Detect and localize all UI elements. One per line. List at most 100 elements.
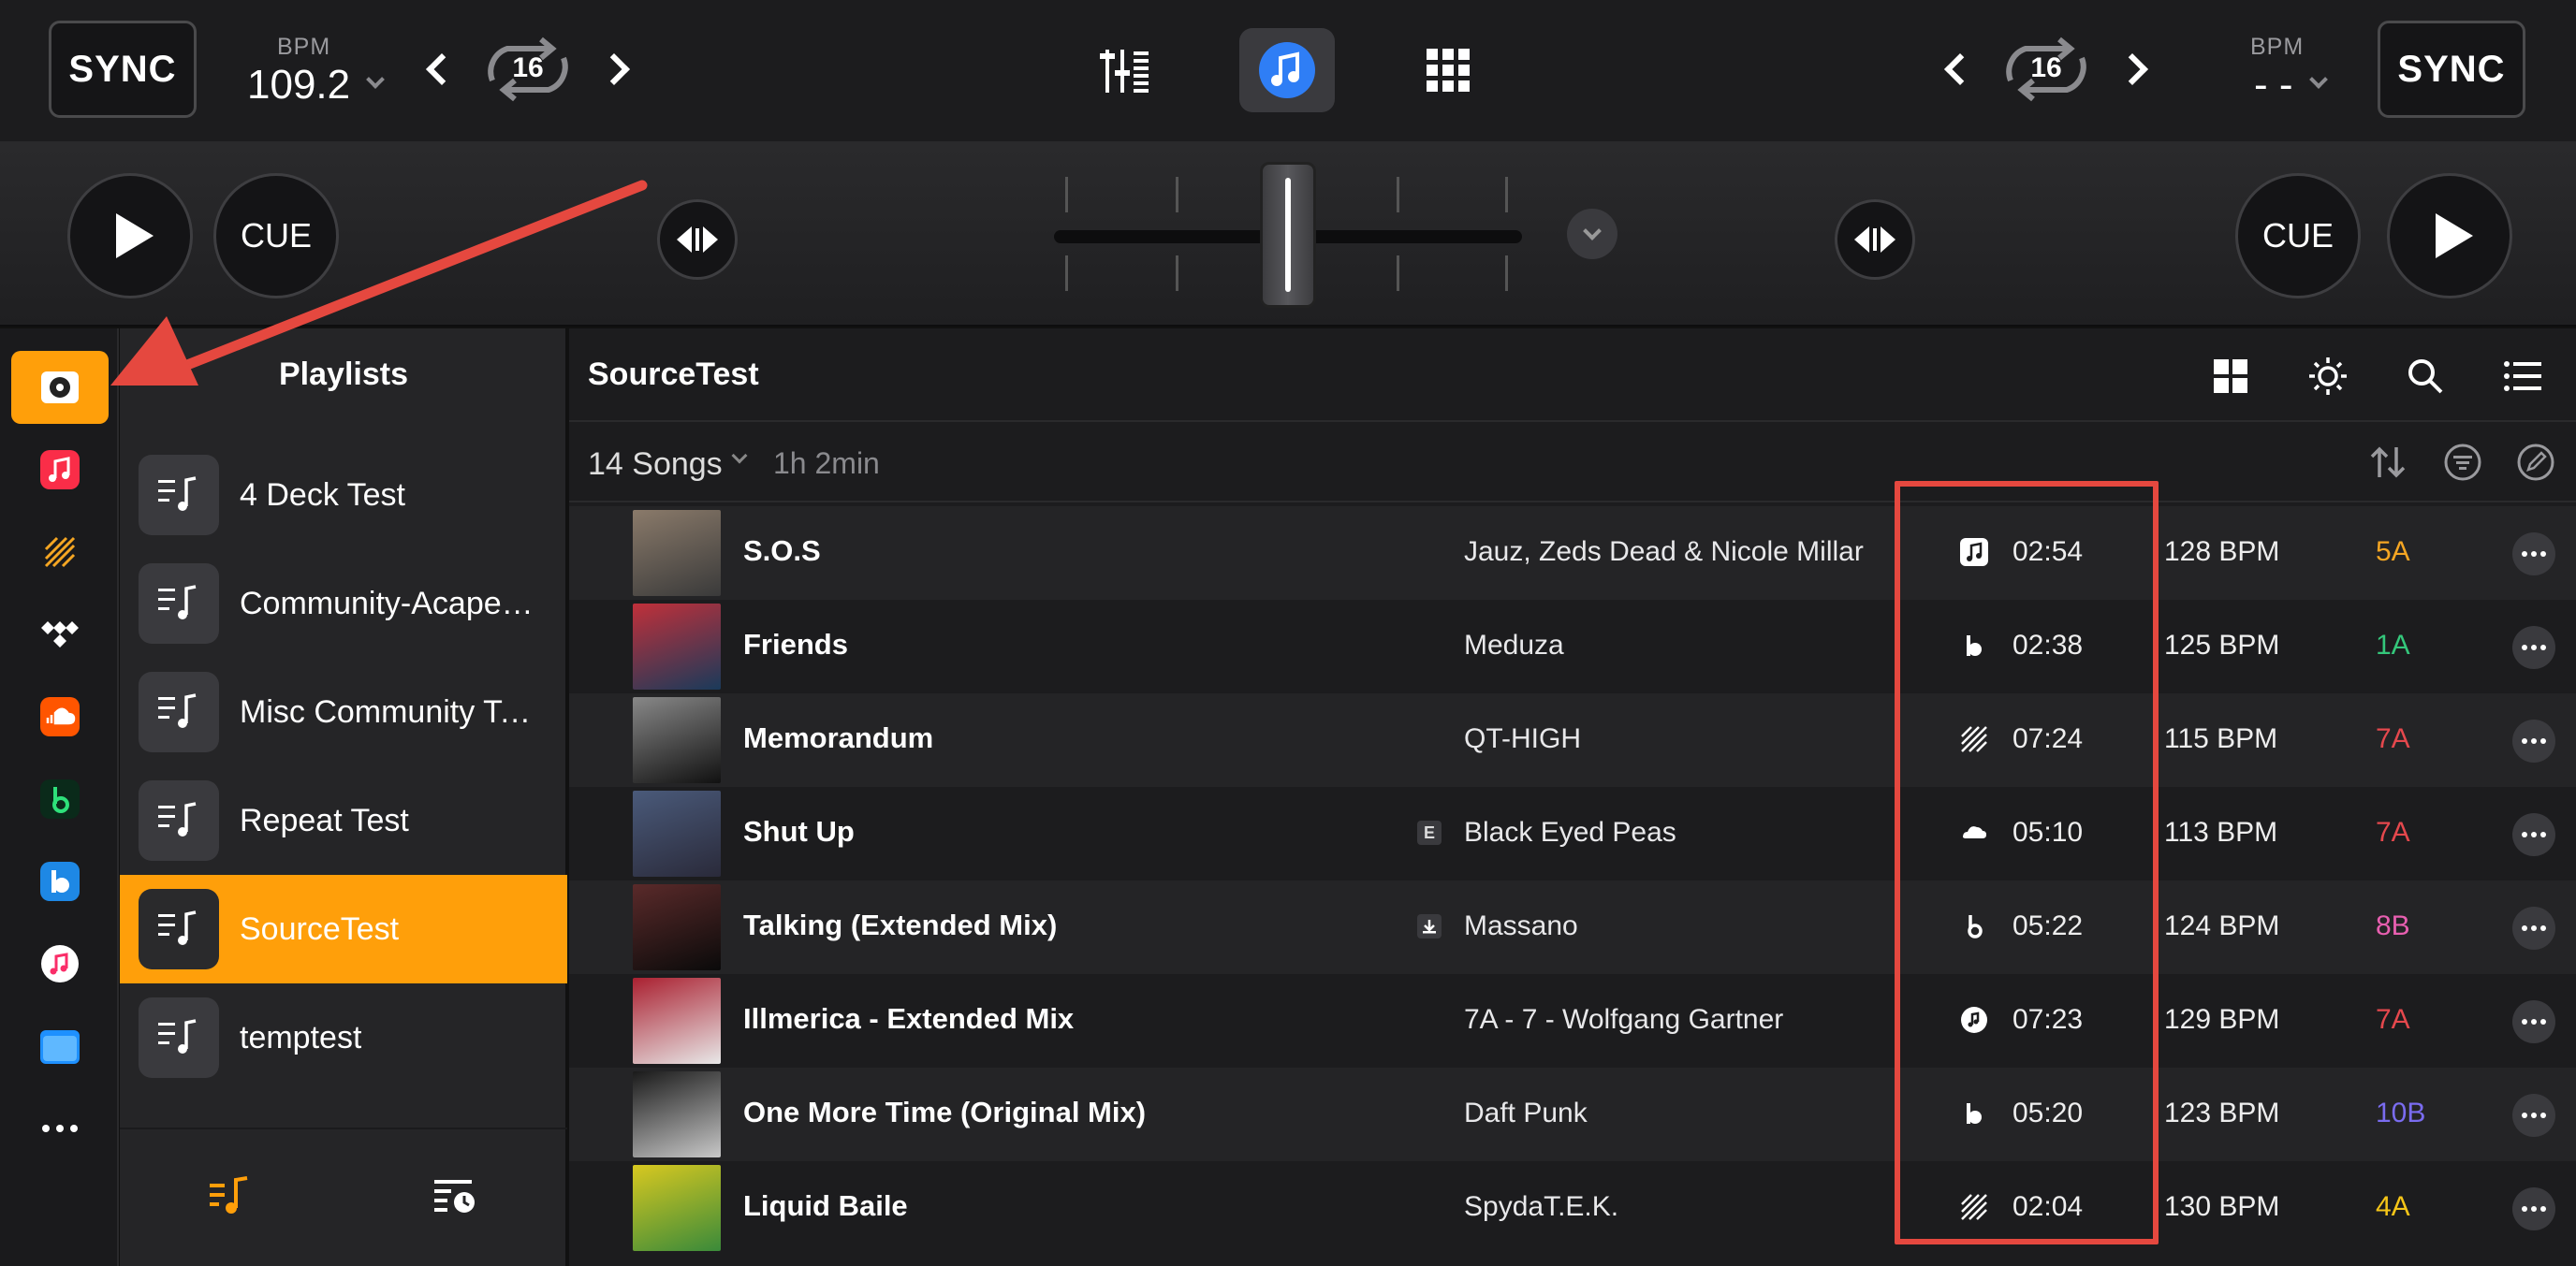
loop-prev-right-icon[interactable] xyxy=(1944,53,1976,85)
track-duration: 05:10 xyxy=(2012,817,2084,848)
table-row[interactable]: Friends Meduza 02:38 125 BPM 1A xyxy=(569,600,2576,693)
table-row[interactable]: Illmerica - Extended Mix 7A - 7 - Wolfgan… xyxy=(569,974,2576,1068)
source-apple-music[interactable] xyxy=(11,433,109,506)
automix-button[interactable] xyxy=(2306,355,2349,398)
loop-next-left-icon[interactable] xyxy=(598,53,630,85)
table-row[interactable]: One More Time (Original Mix) Daft Punk 05:… xyxy=(569,1068,2576,1161)
more-options-button[interactable] xyxy=(2512,532,2555,575)
loop-next-right-icon[interactable] xyxy=(2116,53,2148,85)
source-beatport[interactable] xyxy=(11,516,109,589)
nudge-arrows-icon xyxy=(1854,226,1895,253)
more-options-button[interactable] xyxy=(2512,1187,2555,1230)
track-artist: SpydaT.E.K. xyxy=(1464,1191,1619,1222)
xfader-tick xyxy=(1505,177,1508,212)
source-itunes[interactable] xyxy=(11,927,109,1000)
more-icon xyxy=(42,1125,78,1132)
bpm-caret-right-icon[interactable] xyxy=(2309,70,2328,89)
sync-button-left[interactable]: SYNC xyxy=(49,21,197,118)
loop-left[interactable]: 16 xyxy=(470,36,586,103)
more-options-button[interactable] xyxy=(2512,1094,2555,1137)
playlist-item-sourcetest[interactable]: SourceTest xyxy=(120,875,567,983)
track-duration: 05:22 xyxy=(2012,910,2084,941)
track-bpm: 113 BPM xyxy=(2164,817,2278,848)
playlist-icon xyxy=(139,780,219,861)
track-title: Liquid Baile xyxy=(743,1189,908,1222)
source-local-library[interactable] xyxy=(11,351,109,424)
playlist-item-misc-community[interactable]: Misc Community Te... xyxy=(120,658,567,766)
filter-button[interactable] xyxy=(2443,443,2482,482)
source-files[interactable] xyxy=(11,1010,109,1083)
chevron-down-icon[interactable] xyxy=(731,447,748,464)
edit-button[interactable] xyxy=(2516,443,2555,482)
source-soundcloud[interactable] xyxy=(11,680,109,753)
explicit-badge: E xyxy=(1417,821,1442,845)
cue-button-right[interactable]: CUE xyxy=(2235,173,2361,298)
playlist-item-repeat-test[interactable]: Repeat Test xyxy=(120,766,567,875)
filter-icon xyxy=(2444,444,2481,481)
xfader-tick xyxy=(1397,255,1399,291)
history-view-button[interactable] xyxy=(434,1176,477,1220)
loop-prev-left-icon[interactable] xyxy=(426,53,458,85)
table-row[interactable]: Liquid Baile SpydaT.E.K. 02:04 130 BPM 4A xyxy=(569,1161,2576,1255)
playlist-item-temptest[interactable]: temptest xyxy=(120,983,567,1092)
source-beatsource[interactable] xyxy=(11,763,109,836)
play-button-left[interactable] xyxy=(67,173,193,298)
source-rail xyxy=(0,328,119,1266)
playlists-view-button[interactable] xyxy=(210,1176,251,1220)
song-count[interactable]: 14 Songs xyxy=(588,446,723,483)
source-more[interactable] xyxy=(11,1092,109,1165)
mixer-icon xyxy=(1100,50,1149,93)
play-icon xyxy=(116,213,154,258)
album-art xyxy=(633,791,721,877)
nudge-right-button[interactable] xyxy=(1835,199,1915,280)
playlist-icon xyxy=(139,672,219,752)
playlist-item-community-acapella[interactable]: Community-Acapell... xyxy=(120,549,567,658)
sync-button-right[interactable]: SYNC xyxy=(2378,21,2525,118)
track-duration: 05:20 xyxy=(2012,1098,2084,1128)
soundcloud-icon xyxy=(40,697,80,736)
bpm-caret-left-icon[interactable] xyxy=(366,70,385,89)
track-bpm: 128 BPM xyxy=(2164,536,2280,567)
music-tab[interactable] xyxy=(1239,28,1335,112)
grid-tab[interactable] xyxy=(1400,28,1496,112)
more-options-button[interactable] xyxy=(2512,720,2555,763)
more-options-button[interactable] xyxy=(2512,907,2555,950)
bpm-value-left[interactable]: 109.2 xyxy=(247,62,350,109)
bpm-value-right[interactable]: - - xyxy=(2254,62,2293,109)
xfader-tick xyxy=(1397,177,1399,212)
grid-view-button[interactable] xyxy=(2209,355,2252,398)
sun-icon xyxy=(2309,357,2347,395)
cue-button-left[interactable]: CUE xyxy=(213,173,339,298)
table-row[interactable]: Talking (Extended Mix) Massano 05:22 124 BP… xyxy=(569,880,2576,974)
track-artist: 7A - 7 - Wolfgang Gartner xyxy=(1464,1004,1784,1035)
playlist-icon xyxy=(139,563,219,644)
pencil-icon xyxy=(2517,444,2554,481)
table-row[interactable]: Shut Up E Black Eyed Peas 05:10 113 BPM 7A xyxy=(569,787,2576,880)
crossfader-handle[interactable] xyxy=(1260,162,1316,308)
search-button[interactable] xyxy=(2404,355,2447,398)
more-options-button[interactable] xyxy=(2512,1000,2555,1043)
table-row[interactable]: Memorandum QT-HIGH 07:24 115 BPM 7A xyxy=(569,693,2576,787)
loop-value-left: 16 xyxy=(512,52,544,83)
source-tidal[interactable] xyxy=(11,598,109,671)
more-options-button[interactable] xyxy=(2512,626,2555,669)
beatport-icon xyxy=(44,536,76,568)
playlist-title: SourceTest xyxy=(588,357,759,392)
track-artist: Black Eyed Peas xyxy=(1464,817,1676,848)
beatport-icon xyxy=(1960,1193,1988,1221)
track-duration: 07:23 xyxy=(2012,1004,2084,1035)
mixer-tab[interactable] xyxy=(1078,28,1174,112)
sort-button[interactable] xyxy=(2368,443,2408,482)
list-view-button[interactable] xyxy=(2501,355,2544,398)
playlist-item-4-deck-test[interactable]: 4 Deck Test xyxy=(120,441,567,549)
playlists-footer xyxy=(120,1128,567,1266)
source-beatport-link[interactable] xyxy=(11,845,109,918)
play-button-right[interactable] xyxy=(2387,173,2512,298)
more-options-button[interactable] xyxy=(2512,813,2555,856)
crossfader-menu-button[interactable] xyxy=(1567,209,1617,259)
loop-right[interactable]: 16 xyxy=(1988,36,2104,103)
beatsource-icon xyxy=(40,779,80,819)
files-icon xyxy=(40,1030,80,1064)
table-row[interactable]: S.O.S Jauz, Zeds Dead & Nicole Millar 02:5… xyxy=(569,506,2576,600)
nudge-left-button[interactable] xyxy=(657,199,738,280)
